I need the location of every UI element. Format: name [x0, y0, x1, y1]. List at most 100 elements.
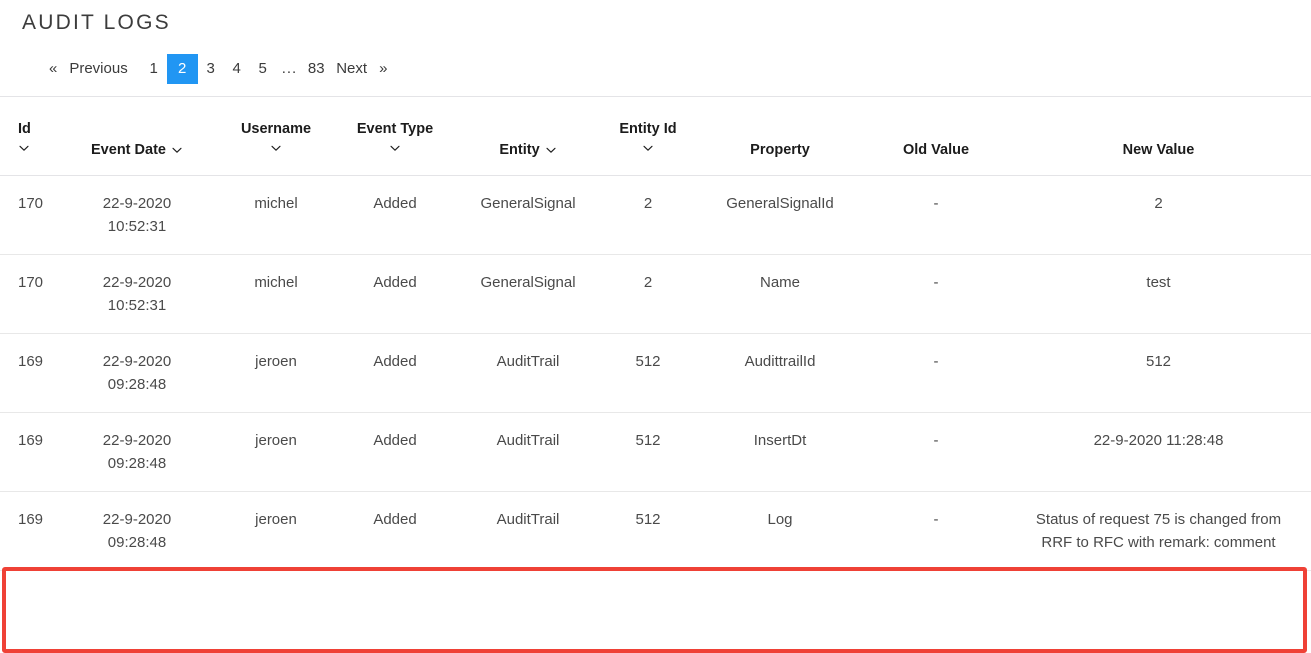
sort-chevron-down-icon[interactable] — [171, 144, 183, 156]
pagination-page-2-active[interactable]: 2 — [166, 54, 198, 84]
pagination-ellipsis: ... — [281, 60, 298, 77]
cell-id: 169 — [18, 353, 44, 370]
cell-event-date-date: 22-9-2020 — [102, 511, 172, 528]
audit-logs-table-container: Id Event Date Username Event Type Entity… — [0, 96, 1311, 653]
cell-entity: AuditTrail — [496, 511, 560, 528]
cell-new-value-line1: Status of request 75 is changed from — [1035, 511, 1282, 528]
cell-id: 170 — [18, 274, 44, 291]
cell-username: jeroen — [255, 432, 297, 449]
cell-entity-id: 512 — [635, 511, 661, 528]
table-body: 170 22-9-2020 10:52:31 michel Added Gene… — [0, 176, 1311, 571]
row-highlight-annotation — [2, 567, 1307, 653]
column-header-property-label: Property — [750, 142, 810, 158]
cell-property: Log — [767, 511, 793, 528]
pagination-last-chevron[interactable]: » — [374, 54, 392, 84]
cell-event-date-date: 22-9-2020 — [102, 432, 172, 449]
pagination-container: « Previous 1 2 3 4 5 ... 83 Next » — [0, 38, 1311, 94]
table-row-highlighted[interactable]: 169 22-9-2020 09:28:48 jeroen Added Audi… — [0, 492, 1311, 571]
cell-old-value: - — [933, 432, 939, 449]
cell-username: michel — [254, 195, 298, 212]
cell-event-date: 22-9-2020 10:52:31 — [58, 255, 216, 334]
cell-event-date-time: 09:28:48 — [107, 455, 167, 472]
column-header-entity[interactable]: Entity — [454, 97, 602, 176]
column-header-new-value: New Value — [1006, 97, 1311, 176]
cell-new-value: 512 — [1006, 334, 1311, 413]
cell-new-value-line1: 512 — [1145, 353, 1172, 370]
cell-event-date-date: 22-9-2020 — [102, 274, 172, 291]
pagination-previous-button[interactable]: Previous — [62, 54, 134, 84]
sort-chevron-down-icon[interactable] — [545, 144, 557, 156]
pagination: « Previous 1 2 3 4 5 ... 83 Next » — [44, 54, 1311, 84]
sort-chevron-down-icon[interactable] — [389, 142, 401, 154]
audit-logs-table: Id Event Date Username Event Type Entity… — [0, 96, 1311, 571]
cell-event-date: 22-9-2020 09:28:48 — [58, 492, 216, 571]
pagination-first-chevron[interactable]: « — [44, 54, 62, 84]
column-header-property: Property — [694, 97, 866, 176]
cell-event-type: Added — [373, 274, 417, 291]
pagination-page-last[interactable]: 83 — [303, 54, 329, 84]
column-header-event-date[interactable]: Event Date — [58, 97, 216, 176]
cell-event-date-time: 10:52:31 — [107, 297, 167, 314]
cell-property: GeneralSignalId — [726, 195, 834, 212]
column-header-id-label: Id — [18, 121, 31, 137]
pagination-page-5[interactable]: 5 — [250, 54, 276, 84]
cell-entity-id: 2 — [643, 274, 653, 291]
cell-old-value: - — [933, 511, 939, 528]
table-row[interactable]: 169 22-9-2020 09:28:48 jeroen Added Audi… — [0, 334, 1311, 413]
cell-event-date: 22-9-2020 09:28:48 — [58, 334, 216, 413]
column-header-entity-id[interactable]: Entity Id — [602, 97, 694, 176]
column-header-old-value-label: Old Value — [902, 142, 970, 158]
cell-new-value-line1: 22-9-2020 11:28:48 — [1093, 432, 1224, 449]
column-header-event-type[interactable]: Event Type — [336, 97, 454, 176]
table-row[interactable]: 170 22-9-2020 10:52:31 michel Added Gene… — [0, 255, 1311, 334]
table-row[interactable]: 170 22-9-2020 10:52:31 michel Added Gene… — [0, 176, 1311, 255]
sort-chevron-down-icon[interactable] — [270, 142, 282, 154]
column-header-id[interactable]: Id — [0, 97, 58, 176]
column-header-username[interactable]: Username — [216, 97, 336, 176]
cell-username: michel — [254, 274, 298, 291]
column-header-entity-label: Entity — [499, 142, 540, 158]
pagination-next-button[interactable]: Next — [329, 54, 374, 84]
cell-entity: GeneralSignal — [480, 195, 576, 212]
table-header-row: Id Event Date Username Event Type Entity… — [0, 96, 1311, 176]
sort-chevron-down-icon[interactable] — [18, 142, 30, 154]
cell-event-date-time: 09:28:48 — [107, 376, 167, 393]
table-row[interactable]: 169 22-9-2020 09:28:48 jeroen Added Audi… — [0, 413, 1311, 492]
cell-event-date-time: 10:52:31 — [107, 218, 167, 235]
cell-old-value: - — [933, 274, 939, 291]
cell-entity-id: 2 — [643, 195, 653, 212]
cell-new-value: Status of request 75 is changed from RRF… — [1006, 492, 1311, 571]
pagination-page-3[interactable]: 3 — [198, 54, 224, 84]
cell-new-value-line2: RRF to RFC with remark: comment — [1041, 534, 1276, 551]
cell-new-value: 2 — [1006, 176, 1311, 255]
cell-entity-id: 512 — [635, 432, 661, 449]
cell-new-value: 22-9-2020 11:28:48 — [1006, 413, 1311, 492]
cell-event-type: Added — [373, 195, 417, 212]
cell-old-value: - — [933, 195, 939, 212]
column-header-event-type-label: Event Type — [356, 121, 434, 137]
sort-chevron-down-icon[interactable] — [642, 142, 654, 154]
cell-new-value: test — [1006, 255, 1311, 334]
pagination-page-1[interactable]: 1 — [141, 54, 167, 84]
column-header-username-label: Username — [240, 121, 312, 137]
cell-property: Name — [759, 274, 800, 291]
cell-entity: AuditTrail — [496, 432, 560, 449]
cell-new-value-line1: 2 — [1154, 195, 1163, 212]
cell-username: jeroen — [255, 511, 297, 528]
cell-event-type: Added — [373, 511, 417, 528]
cell-event-date-date: 22-9-2020 — [102, 195, 172, 212]
cell-event-type: Added — [373, 353, 417, 370]
pagination-page-4[interactable]: 4 — [224, 54, 250, 84]
cell-id: 169 — [18, 432, 44, 449]
column-header-old-value: Old Value — [866, 97, 1006, 176]
table-header: Id Event Date Username Event Type Entity… — [0, 96, 1311, 176]
cell-entity: GeneralSignal — [480, 274, 576, 291]
cell-new-value-line1: test — [1146, 274, 1171, 291]
cell-id: 169 — [18, 511, 44, 528]
cell-property: InsertDt — [753, 432, 807, 449]
cell-username: jeroen — [255, 353, 297, 370]
cell-event-date: 22-9-2020 09:28:48 — [58, 413, 216, 492]
page-title: AUDIT LOGS — [22, 11, 171, 34]
cell-entity-id: 512 — [635, 353, 661, 370]
cell-event-date-time: 09:28:48 — [107, 534, 167, 551]
